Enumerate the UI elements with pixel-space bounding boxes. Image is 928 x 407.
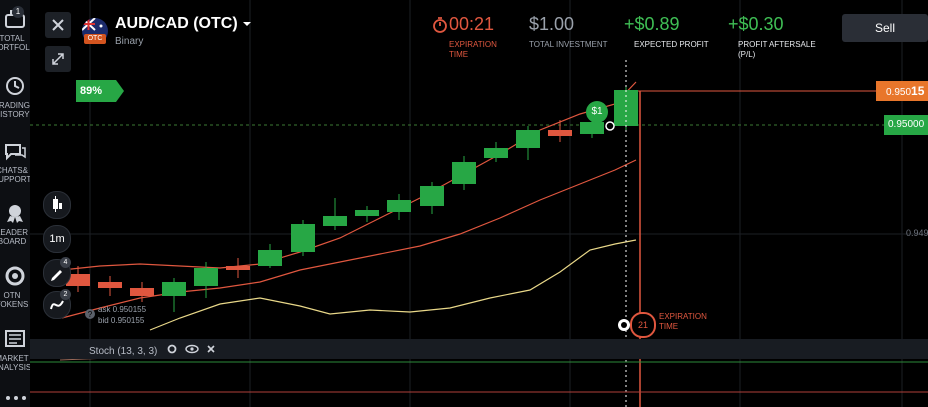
expiration-countdown: 21: [630, 312, 656, 338]
total-investment-value: $1.00: [529, 14, 575, 34]
expiration-timer: 00:21: [449, 14, 495, 34]
bet-marker-icon: [605, 121, 615, 131]
candle: [580, 122, 604, 134]
candle: [420, 186, 444, 206]
stoch-label-text: Stoch (13, 3, 3): [89, 346, 158, 357]
chevron-down-icon: [243, 22, 252, 26]
candle: [130, 288, 154, 296]
bid-price: bid 0.950155: [98, 316, 145, 325]
candle: [452, 162, 476, 184]
candle: [484, 148, 508, 158]
candle: [516, 130, 540, 148]
gear-icon[interactable]: [166, 344, 178, 354]
candle: [548, 130, 572, 136]
total-investment-label: TOTAL INVESTMENT: [529, 40, 608, 49]
collapse-icon: [52, 53, 64, 65]
asset-type: Binary: [115, 36, 144, 47]
close-icon[interactable]: [206, 344, 216, 354]
profit-aftersale-value: +$0.30: [728, 14, 784, 34]
moving-average-line: [149, 239, 637, 331]
candlesticks: [66, 86, 638, 312]
candle: [387, 200, 411, 212]
otc-badge: OTC: [84, 34, 106, 44]
info-icon[interactable]: ?: [84, 308, 96, 320]
price-axis-tick: 0.949: [906, 228, 928, 238]
timeframe-button[interactable]: 1m: [43, 225, 71, 253]
close-chart-button[interactable]: [45, 12, 71, 38]
candle: [291, 224, 315, 252]
candle: [162, 282, 186, 296]
upper-band-line: [61, 81, 637, 271]
stopwatch-icon: [433, 17, 447, 33]
candle: [226, 266, 250, 270]
sell-button[interactable]: Sell: [842, 14, 928, 42]
svg-text:?: ?: [88, 310, 93, 319]
asset-selector[interactable]: AUD/CAD (OTC): [115, 15, 252, 33]
collapse-button[interactable]: [45, 46, 71, 72]
expiration-marker-label: EXPIRATION TIME: [659, 312, 707, 331]
current-price-main: 0.950: [886, 87, 912, 98]
eye-icon[interactable]: [185, 344, 199, 354]
candle: [98, 282, 122, 288]
expiration-label: EXPIRATION TIME: [449, 40, 497, 59]
candle: [194, 268, 218, 286]
candle: [355, 210, 379, 216]
payout-arrow: [116, 80, 124, 102]
candle: [323, 216, 347, 226]
candle: [258, 250, 282, 266]
entry-price-tag: 0.95000: [884, 115, 928, 135]
current-price-tail: 15: [911, 84, 925, 98]
draw-tools-badge: 4: [60, 257, 71, 268]
ask-price: ask 0.950155: [98, 305, 147, 314]
candles-icon: [53, 196, 62, 212]
indicators-badge: 2: [60, 289, 71, 300]
bet-amount-badge: $1: [586, 101, 608, 123]
expected-profit-label: EXPECTED PROFIT: [634, 40, 709, 49]
asset-name: AUD/CAD (OTC): [115, 15, 238, 32]
current-price-tag: 0.95015: [876, 81, 928, 101]
profit-aftersale-label: PROFIT AFTERSALE (P/L): [738, 40, 816, 59]
chart-type-button[interactable]: [43, 191, 71, 219]
payout-badge: 89%: [76, 80, 116, 102]
close-icon: [52, 19, 64, 31]
expected-profit-value: +$0.89: [624, 14, 680, 34]
stoch-indicator-label: Stoch (13, 3, 3): [89, 344, 216, 357]
